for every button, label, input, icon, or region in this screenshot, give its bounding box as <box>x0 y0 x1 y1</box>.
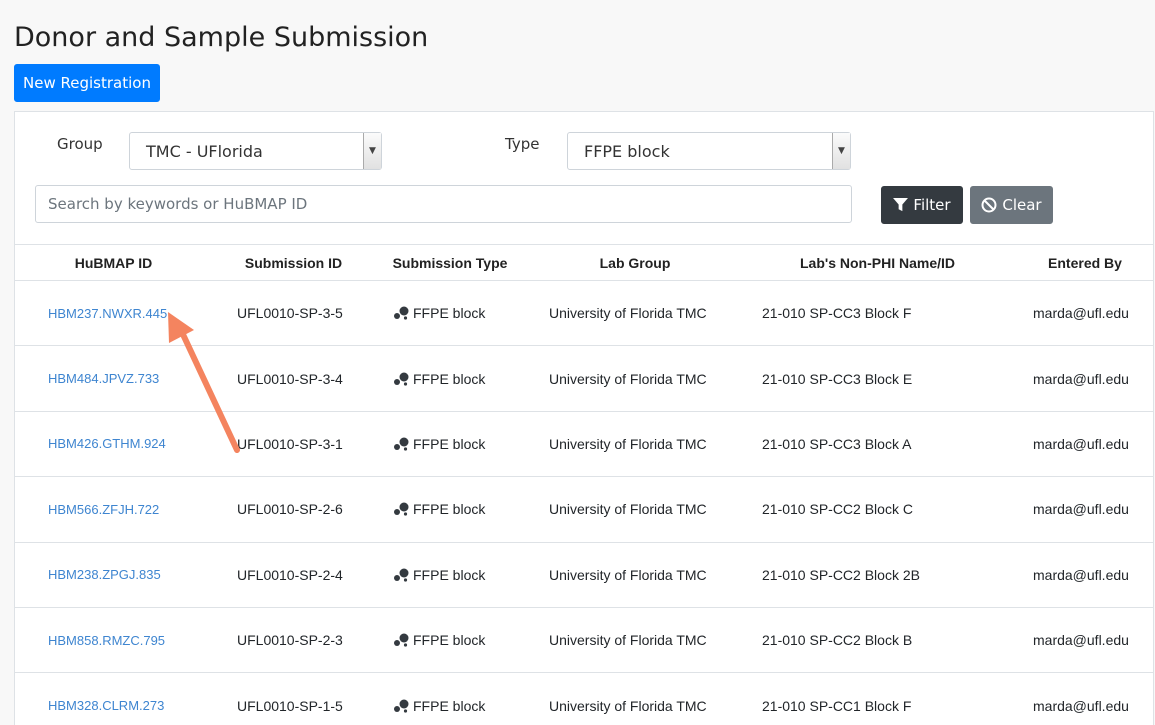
funnel-icon <box>893 198 909 212</box>
group-label: Group <box>57 135 103 153</box>
chevron-down-icon: ▼ <box>363 133 381 169</box>
submission-type-label: FFPE block <box>413 566 486 583</box>
sample-dots-icon <box>394 699 409 713</box>
search-input[interactable] <box>35 185 852 223</box>
filter-button-label: Filter <box>913 196 951 214</box>
group-select[interactable]: TMC - UFlorida ▼ <box>129 132 382 170</box>
sample-dots-icon <box>394 502 409 516</box>
filter-button[interactable]: Filter <box>881 186 963 224</box>
submissions-table: HuBMAP ID Submission ID Submission Type … <box>14 244 1154 725</box>
lab-non-phi-name: 21-010 SP-CC2 Block C <box>762 501 913 518</box>
entered-by: marda@ufl.edu <box>1033 697 1129 714</box>
page-title: Donor and Sample Submission <box>14 22 429 53</box>
clear-button-label: Clear <box>1002 196 1042 214</box>
entered-by: marda@ufl.edu <box>1033 435 1129 452</box>
lab-group: University of Florida TMC <box>549 566 707 583</box>
hubmap-id-link[interactable]: HBM426.GTHM.924 <box>48 436 166 451</box>
submission-id: UFL0010-SP-2-6 <box>237 501 343 518</box>
lab-non-phi-name: 21-010 SP-CC3 Block A <box>762 435 912 452</box>
lab-non-phi-name: 21-010 SP-CC3 Block E <box>762 370 913 387</box>
submission-type-label: FFPE block <box>413 435 486 452</box>
submission-id: UFL0010-SP-2-4 <box>237 566 343 583</box>
table-row[interactable]: HBM237.NWXR.445 UFL0010-SP-3-5 FFPE block U… <box>15 281 1153 347</box>
table-row[interactable]: HBM328.CLRM.273 UFL0010-SP-1-5 FFPE block U… <box>15 673 1153 725</box>
entered-by: marda@ufl.edu <box>1033 566 1129 583</box>
column-header-lab-group[interactable]: Lab Group <box>560 245 710 280</box>
hubmap-id-link[interactable]: HBM328.CLRM.273 <box>48 698 164 713</box>
submission-id: UFL0010-SP-3-5 <box>237 305 343 322</box>
submission-type-label: FFPE block <box>413 305 486 322</box>
table-header-row: HuBMAP ID Submission ID Submission Type … <box>15 245 1153 281</box>
group-select-value: TMC - UFlorida <box>146 141 263 161</box>
chevron-down-icon: ▼ <box>832 133 850 169</box>
hubmap-id-link[interactable]: HBM566.ZFJH.722 <box>48 502 159 517</box>
entered-by: marda@ufl.edu <box>1033 370 1129 387</box>
clear-button[interactable]: Clear <box>970 186 1053 224</box>
sample-dots-icon <box>394 306 409 320</box>
column-header-entered-by[interactable]: Entered By <box>1030 245 1140 280</box>
lab-group: University of Florida TMC <box>549 435 707 452</box>
submission-type: FFPE block <box>393 608 485 672</box>
hubmap-id-link[interactable]: HBM237.NWXR.445 <box>48 306 167 321</box>
sample-dots-icon <box>394 437 409 451</box>
lab-group: University of Florida TMC <box>549 501 707 518</box>
column-header-lab-name[interactable]: Lab's Non-PHI Name/ID <box>780 245 975 280</box>
submission-type-label: FFPE block <box>413 697 486 714</box>
sample-dots-icon <box>394 633 409 647</box>
entered-by: marda@ufl.edu <box>1033 305 1129 322</box>
lab-non-phi-name: 21-010 SP-CC2 Block B <box>762 632 913 649</box>
submission-type: FFPE block <box>393 477 485 541</box>
table-row[interactable]: HBM858.RMZC.795 UFL0010-SP-2-3 FFPE block U… <box>15 608 1153 674</box>
lab-non-phi-name: 21-010 SP-CC1 Block F <box>762 697 912 714</box>
type-select[interactable]: FFPE block ▼ <box>567 132 851 170</box>
ban-icon <box>981 197 997 213</box>
hubmap-id-link[interactable]: HBM238.ZPGJ.835 <box>48 567 161 582</box>
submission-type: FFPE block <box>393 673 485 725</box>
column-header-submission-type[interactable]: Submission Type <box>380 245 520 280</box>
table-row[interactable]: HBM238.ZPGJ.835 UFL0010-SP-2-4 FFPE block U… <box>15 543 1153 608</box>
hubmap-id-link[interactable]: HBM858.RMZC.795 <box>48 633 165 648</box>
submission-type-label: FFPE block <box>413 632 486 649</box>
column-header-hubmap-id[interactable]: HuBMAP ID <box>35 245 192 280</box>
entered-by: marda@ufl.edu <box>1033 501 1129 518</box>
filter-panel: Group TMC - UFlorida ▼ Type FFPE block ▼… <box>14 111 1154 244</box>
lab-group: University of Florida TMC <box>549 370 707 387</box>
submission-type: FFPE block <box>393 346 485 410</box>
lab-non-phi-name: 21-010 SP-CC3 Block F <box>762 305 912 322</box>
submission-id: UFL0010-SP-3-1 <box>237 435 343 452</box>
type-label: Type <box>505 135 540 153</box>
new-registration-button[interactable]: New Registration <box>14 64 160 102</box>
submission-type: FFPE block <box>393 543 485 607</box>
submission-type: FFPE block <box>393 412 485 476</box>
submission-id: UFL0010-SP-2-3 <box>237 632 343 649</box>
submission-type: FFPE block <box>393 281 485 345</box>
submission-type-label: FFPE block <box>413 370 486 387</box>
hubmap-id-link[interactable]: HBM484.JPVZ.733 <box>48 371 159 386</box>
type-select-value: FFPE block <box>584 141 670 161</box>
table-row[interactable]: HBM566.ZFJH.722 UFL0010-SP-2-6 FFPE block U… <box>15 477 1153 543</box>
submission-id: UFL0010-SP-3-4 <box>237 370 343 387</box>
lab-group: University of Florida TMC <box>549 305 707 322</box>
submission-type-label: FFPE block <box>413 501 486 518</box>
submission-id: UFL0010-SP-1-5 <box>237 697 343 714</box>
column-header-submission-id[interactable]: Submission ID <box>225 245 362 280</box>
lab-group: University of Florida TMC <box>549 632 707 649</box>
table-row[interactable]: HBM484.JPVZ.733 UFL0010-SP-3-4 FFPE block U… <box>15 346 1153 412</box>
table-row[interactable]: HBM426.GTHM.924 UFL0010-SP-3-1 FFPE block U… <box>15 412 1153 478</box>
lab-non-phi-name: 21-010 SP-CC2 Block 2B <box>762 566 920 583</box>
lab-group: University of Florida TMC <box>549 697 707 714</box>
sample-dots-icon <box>394 372 409 386</box>
sample-dots-icon <box>394 568 409 582</box>
entered-by: marda@ufl.edu <box>1033 632 1129 649</box>
